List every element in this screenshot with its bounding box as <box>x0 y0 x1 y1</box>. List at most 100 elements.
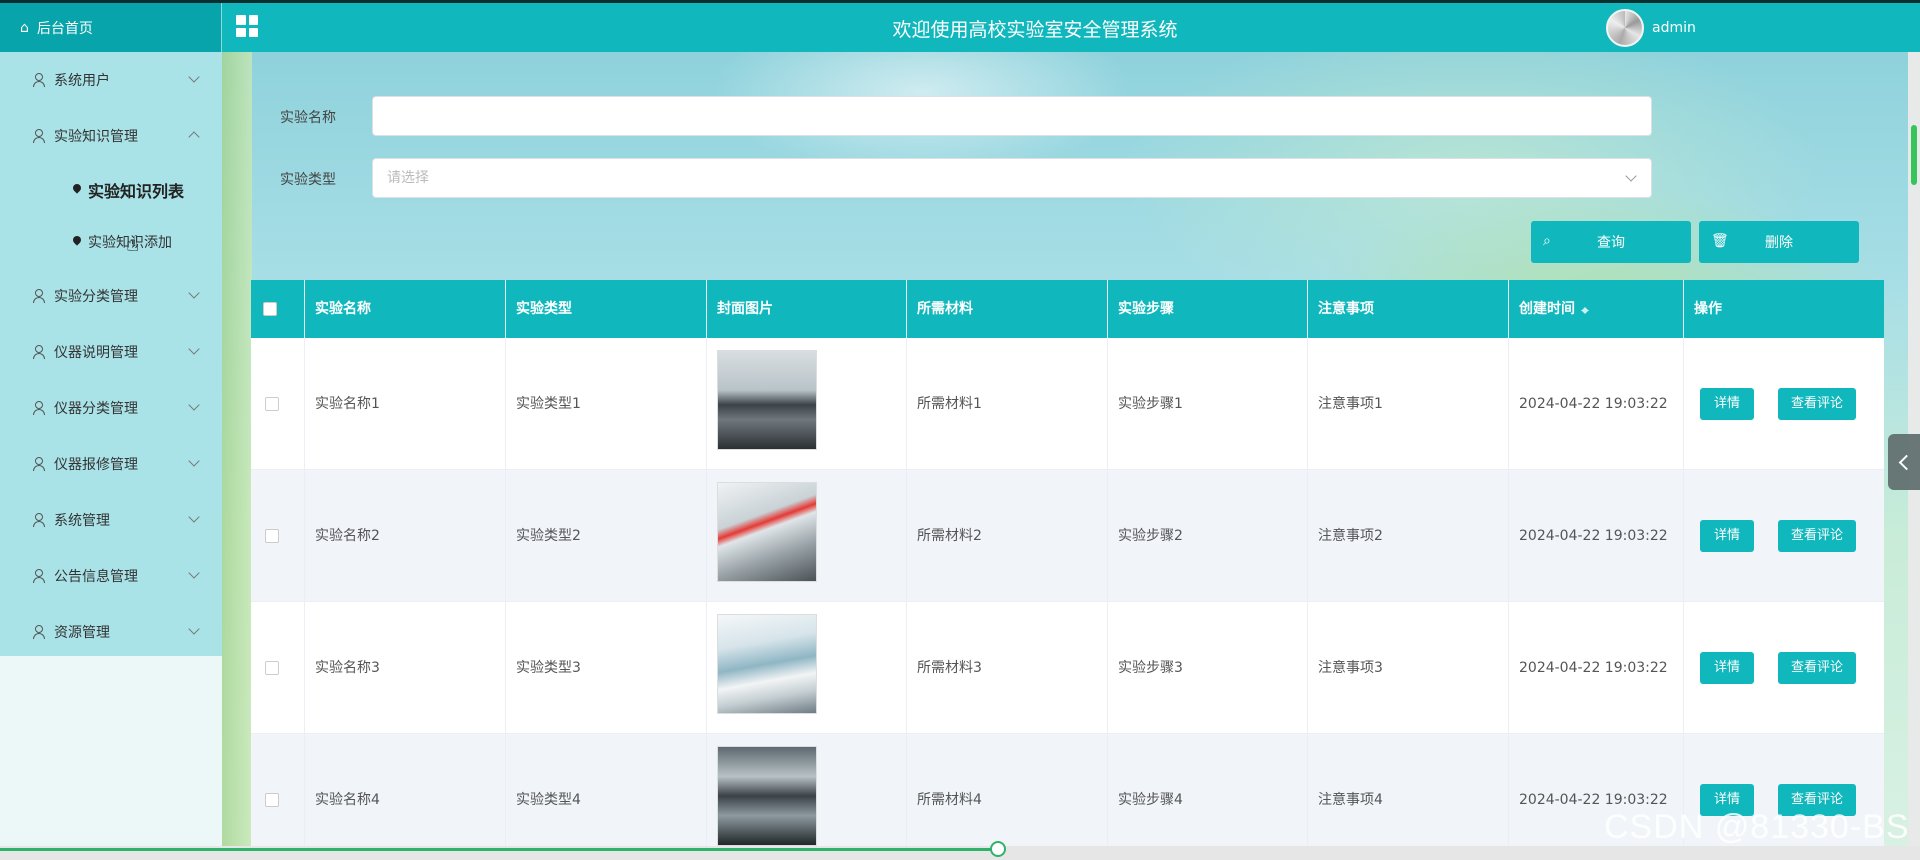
cell-name: 实验名称3 <box>305 602 506 734</box>
table-row: 实验名称2 实验类型2 所需材料2 实验步骤2 注意事项2 2024-04-22… <box>251 470 1884 602</box>
cell-name: 实验名称2 <box>305 470 506 602</box>
sidebar-item-instrument-manual[interactable]: 仪器说明管理 <box>0 324 222 380</box>
cell-type: 实验类型1 <box>506 338 707 470</box>
cell-materials: 所需材料3 <box>907 602 1108 734</box>
location-pin-icon <box>72 184 82 196</box>
chevron-down-icon <box>188 455 200 467</box>
cell-steps: 实验步骤3 <box>1108 602 1308 734</box>
name-search-input[interactable] <box>372 96 1652 136</box>
sidebar-item-label: 系统用户 <box>54 73 110 89</box>
type-field-label: 实验类型 <box>280 172 336 188</box>
cell-steps: 实验步骤4 <box>1108 734 1308 846</box>
video-progress-fill <box>0 848 999 851</box>
table-row: 实验名称1 实验类型1 所需材料1 实验步骤1 注意事项1 2024-04-22… <box>251 338 1884 470</box>
cell-actions: 详情 查看评论 <box>1684 602 1884 734</box>
cell-type: 实验类型2 <box>506 470 707 602</box>
cell-name: 实验名称4 <box>305 734 506 846</box>
cover-image[interactable] <box>717 614 817 714</box>
cell-notes: 注意事项4 <box>1308 734 1509 846</box>
type-select[interactable]: 请选择 <box>372 158 1652 198</box>
column-header-created[interactable]: 创建时间 <box>1509 280 1684 338</box>
chevron-down-icon <box>188 343 200 355</box>
chevron-down-icon <box>188 399 200 411</box>
collapse-panel-button[interactable] <box>1888 434 1920 490</box>
chevron-down-icon <box>188 623 200 635</box>
delete-button[interactable]: 🗑 删除 <box>1699 221 1859 263</box>
row-checkbox[interactable] <box>265 661 279 675</box>
column-header-materials: 所需材料 <box>907 280 1108 338</box>
detail-button[interactable]: 详情 <box>1700 520 1754 552</box>
cell-actions: 详情 查看评论 <box>1684 338 1884 470</box>
cell-steps: 实验步骤1 <box>1108 338 1308 470</box>
user-icon <box>32 129 46 143</box>
sidebar-item-announcements[interactable]: 公告信息管理 <box>0 548 222 604</box>
avatar[interactable] <box>1606 9 1644 47</box>
chevron-down-icon <box>188 511 200 523</box>
column-header-type: 实验类型 <box>506 280 707 338</box>
username: admin <box>1652 20 1696 36</box>
location-pin-icon <box>72 236 82 248</box>
cell-actions: 详情 查看评论 <box>1684 470 1884 602</box>
user-icon <box>32 345 46 359</box>
query-button[interactable]: ⌕ 查询 <box>1531 221 1691 263</box>
view-comments-button[interactable]: 查看评论 <box>1778 520 1856 552</box>
column-header-cover: 封面图片 <box>707 280 907 338</box>
view-comments-button[interactable]: 查看评论 <box>1778 652 1856 684</box>
cover-image[interactable] <box>717 482 817 582</box>
cell-notes: 注意事项1 <box>1308 338 1509 470</box>
row-select-cell <box>251 734 305 846</box>
cover-image[interactable] <box>717 746 817 846</box>
sidebar-subitem-knowledge-add[interactable]: 实验知识添加 <box>0 216 222 268</box>
cell-cover <box>707 338 907 470</box>
background-strip <box>222 52 252 860</box>
row-checkbox[interactable] <box>265 529 279 543</box>
column-header-name: 实验名称 <box>305 280 506 338</box>
chevron-down-icon <box>188 287 200 299</box>
sidebar-item-experiment-knowledge[interactable]: 实验知识管理 <box>0 108 222 164</box>
user-menu[interactable]: admin <box>1606 9 1696 47</box>
sidebar-item-system-users[interactable]: 系统用户 <box>0 52 222 108</box>
select-all-cell <box>251 280 305 338</box>
column-header-steps: 实验步骤 <box>1108 280 1308 338</box>
sidebar-item-instrument-repair[interactable]: 仪器报修管理 <box>0 436 222 492</box>
row-checkbox[interactable] <box>265 793 279 807</box>
sidebar-item-resources[interactable]: 资源管理 <box>0 604 222 660</box>
sidebar-item-label: 实验知识管理 <box>54 129 138 145</box>
sidebar-item-experiment-category[interactable]: 实验分类管理 <box>0 268 222 324</box>
experiment-table: 实验名称 实验类型 封面图片 所需材料 实验步骤 注意事项 创建时间 操作 实验… <box>251 280 1884 846</box>
sidebar-subitem-knowledge-list[interactable]: 实验知识列表 <box>0 164 222 216</box>
chevron-up-icon <box>188 131 200 143</box>
detail-button[interactable]: 详情 <box>1700 388 1754 420</box>
select-all-checkbox[interactable] <box>263 302 277 316</box>
sidebar-item-system-management[interactable]: 系统管理 <box>0 492 222 548</box>
cell-created: 2024-04-22 19:03:22 <box>1509 602 1684 734</box>
sort-icon[interactable] <box>1581 303 1589 315</box>
scrollbar-thumb[interactable] <box>1911 125 1917 185</box>
row-select-cell <box>251 470 305 602</box>
table-header: 实验名称 实验类型 封面图片 所需材料 实验步骤 注意事项 创建时间 操作 <box>251 280 1884 338</box>
cell-notes: 注意事项2 <box>1308 470 1509 602</box>
sidebar-item-instrument-category[interactable]: 仪器分类管理 <box>0 380 222 436</box>
cell-steps: 实验步骤2 <box>1108 470 1308 602</box>
detail-button[interactable]: 详情 <box>1700 652 1754 684</box>
cell-notes: 注意事项3 <box>1308 602 1509 734</box>
top-header: ⌂ 后台首页 欢迎使用高校实验室安全管理系统 admin <box>0 0 1920 52</box>
cell-type: 实验类型3 <box>506 602 707 734</box>
watermark: CSDN @81330-BS <box>1604 808 1910 846</box>
cell-name: 实验名称1 <box>305 338 506 470</box>
row-select-cell <box>251 602 305 734</box>
view-comments-button[interactable]: 查看评论 <box>1778 388 1856 420</box>
name-field-label: 实验名称 <box>280 110 336 126</box>
trash-icon: 🗑 <box>1711 233 1729 249</box>
cell-materials: 所需材料2 <box>907 470 1108 602</box>
column-header-created-label: 创建时间 <box>1519 301 1575 317</box>
table-row: 实验名称3 实验类型3 所需材料3 实验步骤3 注意事项3 2024-04-22… <box>251 602 1884 734</box>
sidebar-item-label: 仪器报修管理 <box>54 457 138 473</box>
cover-image[interactable] <box>717 350 817 450</box>
row-checkbox[interactable] <box>265 397 279 411</box>
cell-cover <box>707 602 907 734</box>
cell-cover <box>707 734 907 846</box>
column-header-actions: 操作 <box>1694 301 1722 317</box>
user-icon <box>32 457 46 471</box>
row-select-cell <box>251 338 305 470</box>
